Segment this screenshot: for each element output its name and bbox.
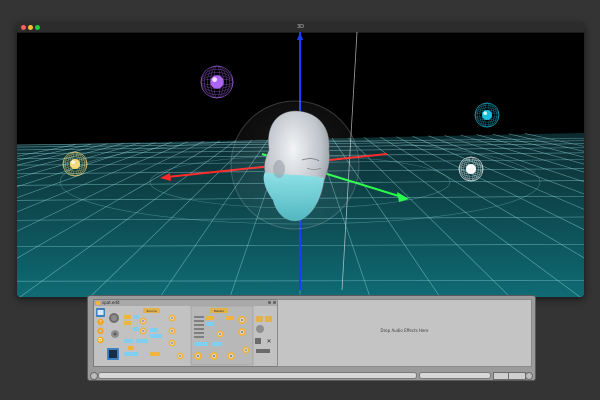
azimuth-knob[interactable] [139, 317, 147, 325]
master-mode-button-2[interactable] [226, 316, 234, 320]
master-preset-2[interactable] [212, 342, 222, 346]
reverb-knob[interactable] [168, 339, 176, 347]
spatializer-device[interactable]: spat.edit ? Source Master ✕ [93, 299, 279, 367]
source-level-knob[interactable] [176, 352, 184, 360]
source-preset-4[interactable] [136, 339, 148, 343]
gain-dial[interactable] [256, 325, 264, 333]
elevation-knob[interactable] [139, 327, 147, 335]
master-fader-row[interactable] [194, 324, 204, 326]
status-indicator-b[interactable] [508, 372, 526, 380]
drop-zone-label: Drop Audio Effects Here [380, 328, 429, 333]
master-mix-knob[interactable] [227, 352, 235, 360]
search-icon[interactable] [97, 336, 104, 344]
status-indicator-a[interactable] [493, 372, 509, 380]
mute-button[interactable] [256, 316, 263, 322]
scroll-right-button[interactable] [525, 372, 533, 380]
master-fader-row[interactable] [194, 320, 204, 322]
svg-text:?: ? [99, 319, 101, 324]
light-source-2[interactable] [474, 102, 500, 128]
scroll-left-button[interactable] [90, 372, 98, 380]
device-window-bottombar [88, 370, 535, 380]
master-preset-1[interactable] [194, 342, 208, 346]
source-preset-3[interactable] [124, 339, 133, 343]
source-toggle-2[interactable] [133, 327, 139, 331]
remove-icon[interactable]: ✕ [266, 338, 271, 345]
master-elevation-knob[interactable] [238, 328, 246, 336]
source-preset-5[interactable] [124, 352, 138, 356]
source-mode-button-4[interactable] [150, 352, 160, 356]
master-width-knob[interactable] [216, 330, 224, 338]
link-icon[interactable] [255, 338, 261, 344]
audio-effects-drop-zone[interactable]: Drop Audio Effects Here [277, 299, 532, 367]
window-title: 3D [296, 24, 305, 30]
device-fold-button[interactable] [273, 301, 276, 304]
3d-scene-canvas[interactable] [17, 32, 584, 297]
master-out-knob[interactable] [242, 346, 250, 354]
master-section-label: Master [214, 309, 225, 313]
device-save-button[interactable] [268, 301, 271, 304]
device-chain-window: spat.edit ? Source Master ✕ Drop Audio E… [87, 295, 536, 381]
source-preset-2[interactable] [150, 334, 162, 338]
output-meter [256, 349, 270, 353]
secondary-scrollbar[interactable] [419, 372, 491, 379]
master-damp-knob[interactable] [210, 352, 218, 360]
device-header-buttons [268, 301, 276, 304]
source-mode-button-3[interactable] [128, 346, 134, 350]
device-power-button[interactable] [96, 301, 100, 305]
source-toggle-1[interactable] [133, 315, 139, 319]
source-preset-1[interactable] [150, 328, 158, 332]
source-section-label: Source [146, 309, 156, 313]
master-fader-row[interactable] [194, 316, 204, 318]
3d-viewer-window: 3D [17, 23, 584, 297]
source-mode-button-1[interactable] [124, 315, 131, 319]
y-axis-arrow [297, 32, 303, 40]
solo-button[interactable] [265, 316, 272, 322]
master-fader-row[interactable] [194, 332, 204, 334]
horizontal-scrollbar[interactable] [98, 372, 417, 379]
master-fader-row[interactable] [194, 336, 204, 338]
master-toggle-1[interactable] [206, 322, 214, 326]
distance-knob[interactable] [168, 314, 176, 322]
source-mode-button-2[interactable] [124, 321, 131, 325]
master-fader-row[interactable] [194, 328, 204, 330]
master-mode-button-1[interactable] [206, 316, 214, 320]
light-source-1[interactable] [200, 65, 234, 99]
master-room-knob[interactable] [194, 352, 202, 360]
master-azimuth-knob[interactable] [238, 316, 246, 324]
width-knob[interactable] [168, 327, 176, 335]
device-controls: ? Source Master ✕ [96, 306, 272, 366]
